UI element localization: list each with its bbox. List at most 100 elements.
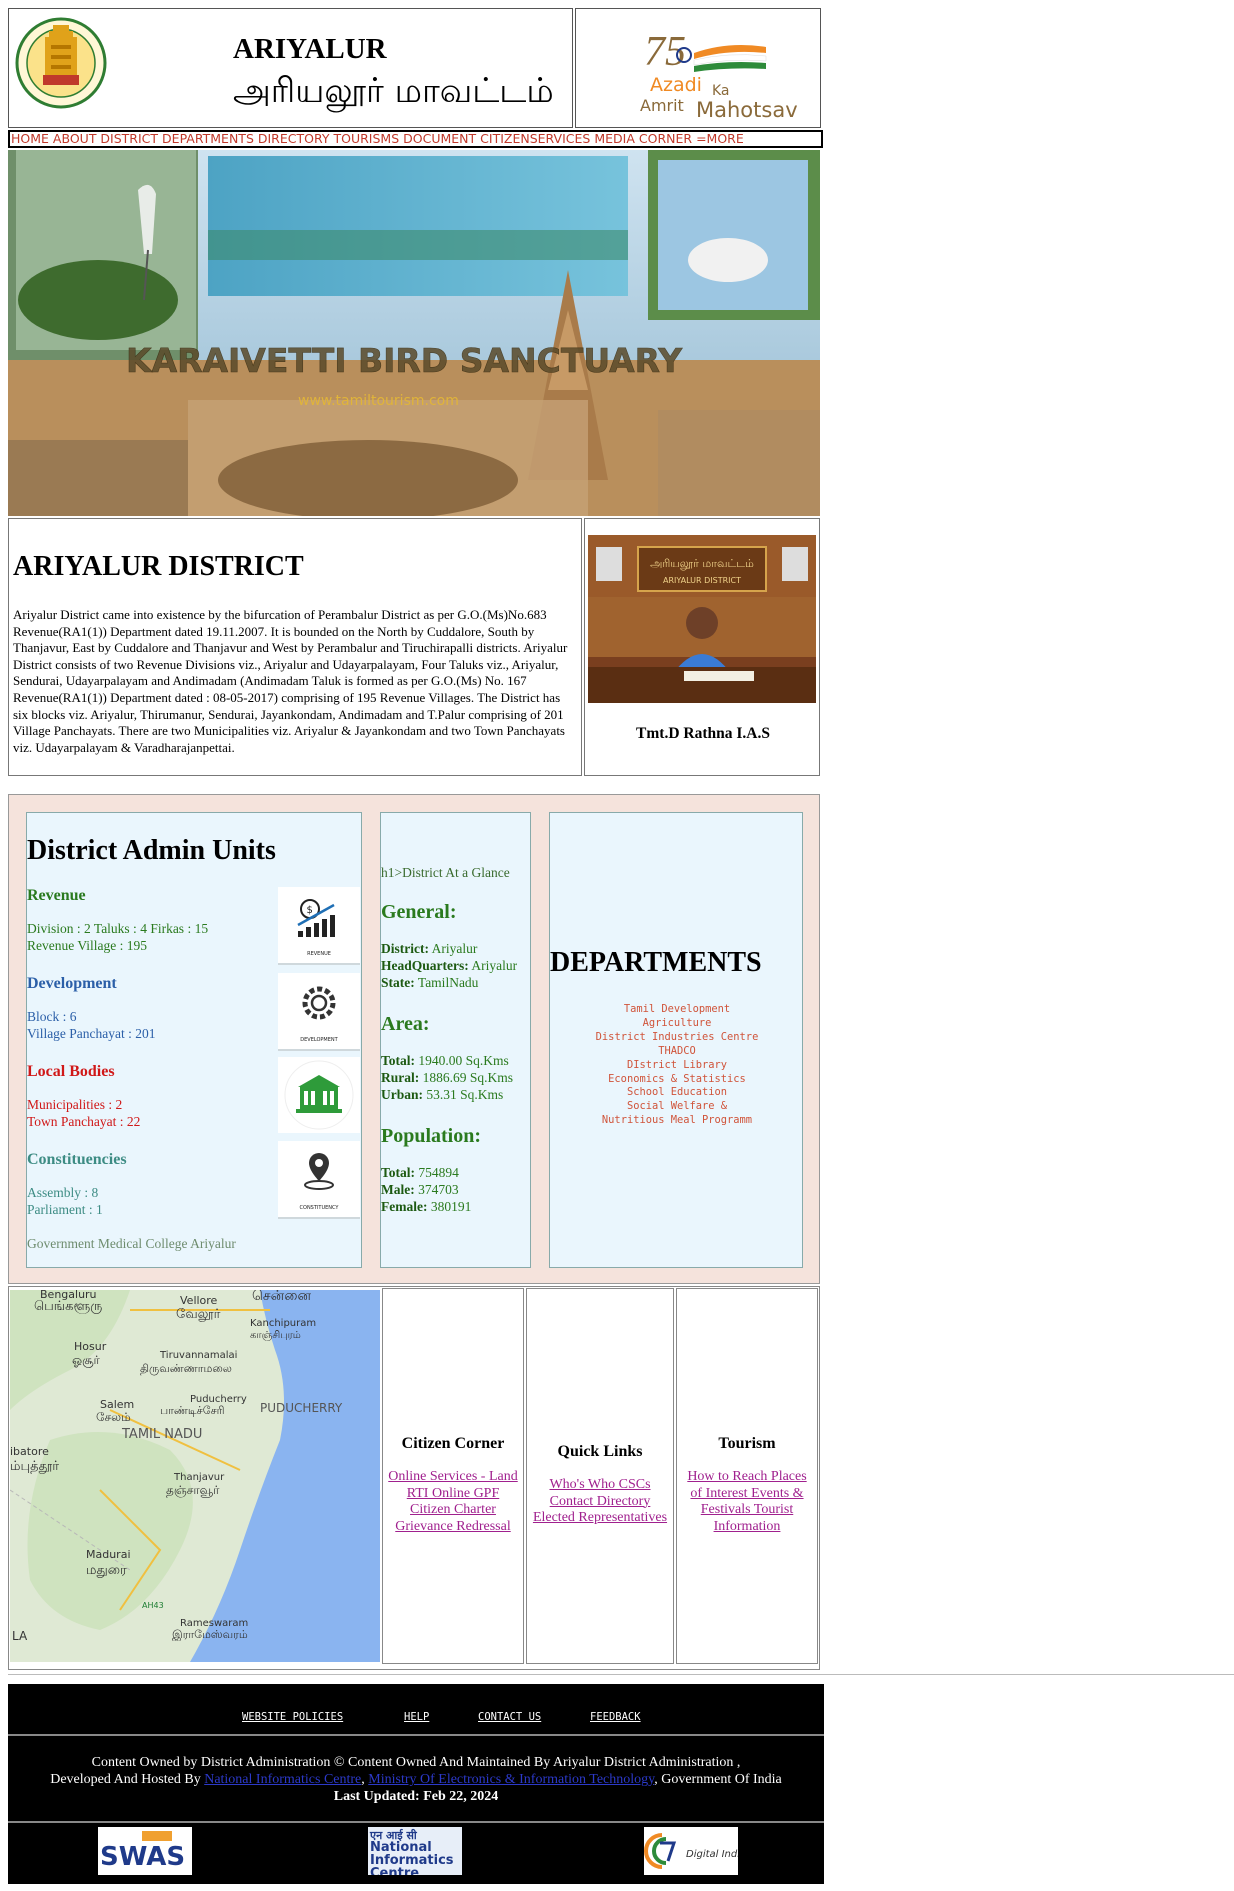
svg-text:Azadi: Azadi — [650, 74, 702, 96]
glance-state: State: TamilNadu — [381, 975, 479, 990]
population-heading: Population: — [381, 1125, 482, 1147]
hero-banner: KARAIVETTI BIRD SANCTUARY www.tamiltouri… — [8, 150, 820, 516]
tourism-link[interactable]: How to Reach Places — [677, 1469, 817, 1486]
development-heading: Development — [27, 975, 117, 992]
nav-home[interactable]: HOME — [11, 132, 49, 146]
dept-link[interactable]: Nutritious Meal Programm — [554, 1114, 800, 1128]
svg-text:Hosur: Hosur — [74, 1340, 107, 1353]
azadi-ka-amrit-mahotsav-logo: 75 Azadi Ka Amrit Mahotsav — [640, 29, 798, 121]
svg-text:Mahotsav: Mahotsav — [696, 98, 798, 121]
svg-text:PUDUCHERRY: PUDUCHERRY — [260, 1401, 343, 1415]
footer-feedback-link[interactable]: FEEDBACK — [590, 1711, 641, 1723]
local-bodies-icon — [278, 1057, 360, 1133]
area-urban: Urban: 53.31 Sq.Kms — [381, 1087, 504, 1102]
footer-contact-link[interactable]: CONTACT US — [478, 1711, 541, 1723]
district-intro-panel: ARIYALUR DISTRICT Ariyalur District came… — [8, 518, 582, 776]
district-description: Ariyalur District came into existence by… — [13, 607, 568, 755]
nav-about-district[interactable]: ABOUT DISTRICT — [53, 132, 158, 146]
glance-headquarters: HeadQuarters: Ariyalur — [381, 958, 518, 973]
nic-link[interactable]: National Informatics Centre — [204, 1772, 361, 1787]
medical-college-link[interactable]: Government Medical College Ariyalur — [27, 1236, 236, 1253]
header-left-panel: ARIYALUR அரியலூர் மாவட்டம் — [8, 8, 573, 128]
svg-text:வேலூர்: வேலூர் — [176, 1307, 221, 1322]
meity-link[interactable]: Ministry Of Electronics & Information Te… — [368, 1772, 654, 1787]
nav-media-corner[interactable]: MEDIA CORNER — [594, 132, 692, 146]
dept-link[interactable]: District Industries Centre — [554, 1031, 800, 1045]
departments-card: DEPARTMENTS Tamil Development Agricultur… — [549, 812, 803, 1268]
svg-text:SWAS: SWAS — [100, 1842, 185, 1872]
tourism-link[interactable]: Information — [677, 1519, 817, 1536]
district-title: ARIYALUR DISTRICT — [13, 551, 304, 582]
revenue-line-1: Division : 2 Taluks : 4 Firkas : 15 — [27, 921, 209, 936]
collector-panel: அரியலூர் மாவட்டம் ARIYALUR DISTRICT Tmt.… — [584, 518, 820, 776]
nav-citizen-services[interactable]: CITIZENSERVICES — [480, 132, 590, 146]
svg-text:ஓசூர்: ஓசூர் — [72, 1353, 101, 1368]
dept-link[interactable]: DIstrict Library — [554, 1059, 800, 1073]
collector-name: Tmt.D Rathna I.A.S — [636, 725, 770, 742]
district-glance-card: h1>District At a Glance General: Distric… — [380, 812, 531, 1268]
area-total: Total: 1940.00 Sq.Kms — [381, 1053, 509, 1068]
quick-links-title: Quick Links — [557, 1443, 643, 1460]
local-bodies-heading: Local Bodies — [27, 1063, 115, 1080]
quick-link[interactable]: Contact Directory — [527, 1494, 673, 1511]
svg-text:சேலம்: சேலம் — [96, 1410, 131, 1424]
site-title-tamil: அரியலூர் மாவட்டம் — [233, 71, 554, 111]
svg-text:ARIYALUR DISTRICT: ARIYALUR DISTRICT — [663, 576, 741, 585]
quick-link[interactable]: Who's Who CSCs — [527, 1477, 673, 1494]
dept-link[interactable]: Economics & Statistics — [554, 1073, 800, 1087]
tourism-column: Tourism How to Reach Places of Interest … — [676, 1288, 818, 1664]
district-map[interactable]: Bengaluru பெங்களூரு Vellore வேலூர் சென்ன… — [10, 1290, 380, 1662]
footer-help-link[interactable]: HELP — [404, 1711, 429, 1723]
nav-tourisms[interactable]: TOURISMS — [334, 132, 400, 146]
citizen-link[interactable]: RTI Online GPF — [383, 1486, 523, 1503]
svg-text:TAMIL NADU: TAMIL NADU — [121, 1427, 202, 1442]
dept-link[interactable]: Social Welfare & — [554, 1100, 800, 1114]
nav-departments[interactable]: DEPARTMENTS — [162, 132, 254, 146]
departments-list: Tamil Development Agriculture District I… — [554, 1003, 800, 1128]
azadi-num: 75 — [644, 29, 686, 75]
tourism-link[interactable]: Festivals Tourist — [677, 1502, 817, 1519]
svg-text:Amrit: Amrit — [640, 96, 684, 115]
tourism-title: Tourism — [718, 1435, 776, 1452]
svg-text:एन आई सी: एन आई सी — [369, 1828, 418, 1842]
dept-link[interactable]: THADCO — [554, 1045, 800, 1059]
banner-title: KARAIVETTI BIRD SANCTUARY — [126, 341, 683, 380]
swas-logo[interactable]: SWAS — [98, 1827, 192, 1875]
population-female: Female: 380191 — [381, 1199, 472, 1214]
dept-link[interactable]: Tamil Development — [554, 1003, 800, 1017]
footer-rule — [8, 1734, 824, 1736]
footer-credits: Content Owned by District Administration… — [8, 1754, 824, 1805]
svg-text:Digital India: Digital India — [686, 1849, 738, 1860]
constituencies-heading: Constituencies — [27, 1151, 127, 1168]
svg-text:சென்னை: சென்னை — [252, 1290, 311, 1304]
nav-more[interactable]: =MORE — [696, 132, 744, 146]
collector-photo: அரியலூர் மாவட்டம் ARIYALUR DISTRICT — [588, 535, 816, 703]
svg-text:Tiruvannamalai: Tiruvannamalai — [159, 1350, 237, 1361]
site-footer: WEBSITE POLICIES HELP CONTACT US FEEDBAC… — [8, 1684, 824, 1884]
svg-text:மதுரை: மதுரை — [86, 1563, 127, 1578]
local-bodies-line-2: Town Panchayat : 22 — [27, 1114, 141, 1129]
svg-text:Ka: Ka — [712, 83, 730, 99]
svg-text:$: $ — [307, 905, 313, 916]
footer-rule-2 — [8, 1821, 824, 1823]
glance-raw-heading: h1>District At a Glance — [381, 865, 510, 880]
revenue-line-2: Revenue Village : 195 — [27, 938, 148, 953]
nav-directory[interactable]: DIRECTORY — [258, 132, 330, 146]
digital-india-logo[interactable]: Digital India — [644, 1827, 738, 1875]
dept-link[interactable]: School Education — [554, 1086, 800, 1100]
nav-document[interactable]: DOCUMENT — [403, 132, 476, 146]
dept-link[interactable]: Agriculture — [554, 1017, 800, 1031]
footer-divider — [8, 1674, 1234, 1675]
population-male: Male: 374703 — [381, 1182, 459, 1197]
svg-text:இராமேஸ்வரம்: இராமேஸ்வரம் — [172, 1628, 248, 1641]
tourism-link[interactable]: of Interest Events & — [677, 1486, 817, 1503]
quick-link[interactable]: Elected Representatives — [527, 1510, 673, 1527]
nic-logo[interactable]: एन आई सी National Informatics Centre — [368, 1827, 462, 1875]
constituencies-line-2: Parliament : 1 — [27, 1202, 103, 1217]
citizen-link[interactable]: Online Services - Land — [383, 1469, 523, 1486]
population-total: Total: 754894 — [381, 1165, 459, 1180]
footer-website-policies-link[interactable]: WEBSITE POLICIES — [242, 1711, 343, 1723]
citizen-link[interactable]: Citizen Charter — [383, 1502, 523, 1519]
footer-ownership-line: Content Owned by District Administration… — [91, 1755, 741, 1770]
citizen-link[interactable]: Grievance Redressal — [383, 1519, 523, 1536]
